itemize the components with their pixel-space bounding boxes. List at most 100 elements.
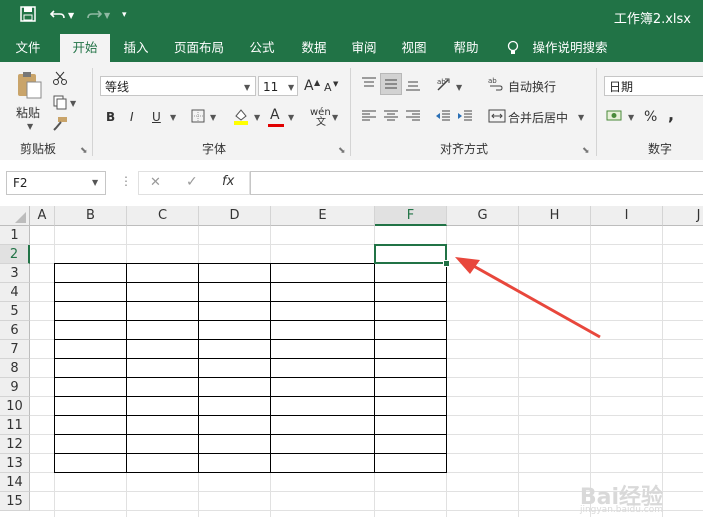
row-header-12[interactable]: 12 <box>0 435 30 454</box>
selected-cell[interactable] <box>374 244 447 264</box>
fill-color-icon[interactable] <box>232 107 250 128</box>
tab-view[interactable]: 视图 <box>392 34 436 62</box>
row-header-13[interactable]: 13 <box>0 454 30 473</box>
row-header-5[interactable]: 5 <box>0 302 30 321</box>
row-header-6[interactable]: 6 <box>0 321 30 340</box>
copy-dropdown-icon[interactable]: ▼ <box>70 99 76 108</box>
formula-input[interactable] <box>250 171 703 195</box>
shrink-font-button[interactable]: A <box>324 79 332 97</box>
row-header-3[interactable]: 3 <box>0 264 30 283</box>
table-border-horizontal <box>54 320 447 321</box>
tab-insert[interactable]: 插入 <box>114 34 158 62</box>
column-header-j[interactable]: J <box>663 206 703 226</box>
tab-file[interactable]: 文件 <box>6 34 50 62</box>
accounting-format-icon[interactable] <box>606 108 624 127</box>
wrap-text-button[interactable]: 自动换行 <box>508 78 556 96</box>
paste-icon[interactable] <box>14 70 44 103</box>
clipboard-launcher-icon[interactable]: ⬊ <box>80 146 88 156</box>
align-bottom-icon[interactable] <box>404 76 422 95</box>
percent-button[interactable]: % <box>644 108 657 126</box>
font-launcher-icon[interactable]: ⬊ <box>338 146 346 156</box>
font-name-dropdown-icon[interactable]: ▼ <box>244 83 250 92</box>
row-header-8[interactable]: 8 <box>0 359 30 378</box>
row-header-4[interactable]: 4 <box>0 283 30 302</box>
column-header-c[interactable]: C <box>127 206 199 226</box>
tab-data[interactable]: 数据 <box>292 34 336 62</box>
row-header-7[interactable]: 7 <box>0 340 30 359</box>
tab-formulas[interactable]: 公式 <box>240 34 284 62</box>
row-header-14[interactable]: 14 <box>0 473 30 492</box>
number-format-box[interactable]: 日期 <box>604 76 703 96</box>
fill-handle[interactable] <box>443 260 450 267</box>
customize-qat-icon[interactable]: ▾ <box>122 10 127 20</box>
column-header-f[interactable]: F <box>375 206 447 226</box>
increase-indent-icon[interactable] <box>456 108 474 127</box>
undo-dropdown-icon[interactable]: ▼ <box>68 11 74 20</box>
align-center-icon[interactable] <box>382 108 400 127</box>
merge-center-icon[interactable] <box>488 108 506 127</box>
row-header-1[interactable]: 1 <box>0 226 30 245</box>
italic-button[interactable]: I <box>130 108 134 126</box>
paste-dropdown-icon[interactable]: ▼ <box>27 122 33 131</box>
align-middle-button[interactable] <box>380 73 402 95</box>
column-header-a[interactable]: A <box>30 206 55 226</box>
table-border-horizontal <box>54 282 447 283</box>
name-box[interactable]: F2 <box>6 171 106 195</box>
table-border-vertical <box>198 263 199 473</box>
underline-dropdown-icon[interactable]: ▼ <box>170 113 176 122</box>
column-header-h[interactable]: H <box>519 206 591 226</box>
undo-icon[interactable] <box>49 6 66 26</box>
column-header-i[interactable]: I <box>591 206 663 226</box>
tell-me-search[interactable]: 操作说明搜索 <box>528 34 612 62</box>
orientation-icon[interactable]: ab <box>436 76 454 95</box>
phonetic-dropdown-icon[interactable]: ▼ <box>332 113 338 122</box>
column-header-g[interactable]: G <box>447 206 519 226</box>
border-dropdown-icon[interactable]: ▼ <box>210 113 216 122</box>
decrease-indent-icon[interactable] <box>434 108 452 127</box>
worksheet-grid[interactable]: ABCDEFGHIJ 1 2 3 4 5 6 7 8 9 10 11 12 13 14 15 Bai经验 j… <box>0 206 703 517</box>
align-right-icon[interactable] <box>404 108 422 127</box>
row-header-9[interactable]: 9 <box>0 378 30 397</box>
tab-help[interactable]: 帮助 <box>444 34 488 62</box>
orientation-dropdown-icon[interactable]: ▼ <box>456 83 462 92</box>
grow-font-button[interactable]: A <box>304 77 314 95</box>
align-top-icon[interactable] <box>360 76 378 95</box>
bold-button[interactable]: B <box>106 108 115 126</box>
enter-icon[interactable]: ✓ <box>186 174 198 190</box>
title-bar: ▼ ▼ ▾ 工作簿2.xlsx <box>0 0 703 34</box>
row-header-11[interactable]: 11 <box>0 416 30 435</box>
font-size-dropdown-icon[interactable]: ▼ <box>288 83 294 92</box>
cancel-icon[interactable]: ✕ <box>150 175 161 190</box>
row-header-10[interactable]: 10 <box>0 397 30 416</box>
font-color-button[interactable]: A <box>270 106 280 124</box>
merge-center-button[interactable]: 合并后居中 <box>508 109 568 127</box>
align-left-icon[interactable] <box>360 108 378 127</box>
row-header-15[interactable]: 15 <box>0 492 30 511</box>
column-header-b[interactable]: B <box>55 206 127 226</box>
select-all-button[interactable] <box>0 206 30 226</box>
fill-color-dropdown-icon[interactable]: ▼ <box>254 113 260 122</box>
cut-icon[interactable] <box>52 70 68 89</box>
column-header-d[interactable]: D <box>199 206 271 226</box>
row-header-2[interactable]: 2 <box>0 245 30 264</box>
format-painter-icon[interactable] <box>52 116 68 135</box>
save-icon[interactable] <box>20 6 36 26</box>
tab-review[interactable]: 审阅 <box>342 34 386 62</box>
copy-icon[interactable] <box>52 94 68 113</box>
accounting-dropdown-icon[interactable]: ▼ <box>628 113 634 122</box>
name-box-dropdown-icon[interactable]: ▼ <box>92 178 98 187</box>
merge-dropdown-icon[interactable]: ▼ <box>578 113 584 122</box>
paste-label[interactable]: 粘贴 <box>16 104 40 122</box>
alignment-launcher-icon[interactable]: ⬊ <box>582 146 590 156</box>
grow-font-arrow-icon: ▲ <box>314 78 321 87</box>
comma-button[interactable]: , <box>668 106 674 124</box>
insert-function-button[interactable]: fx <box>222 174 234 189</box>
tab-home[interactable]: 开始 <box>60 34 110 62</box>
font-color-dropdown-icon[interactable]: ▼ <box>288 113 294 122</box>
border-icon[interactable] <box>190 108 206 127</box>
underline-button[interactable]: U <box>152 108 161 126</box>
column-header-e[interactable]: E <box>271 206 375 226</box>
wrap-text-icon[interactable]: ab <box>488 76 504 95</box>
font-name-box[interactable]: 等线 <box>100 76 256 96</box>
tab-page-layout[interactable]: 页面布局 <box>168 34 230 62</box>
